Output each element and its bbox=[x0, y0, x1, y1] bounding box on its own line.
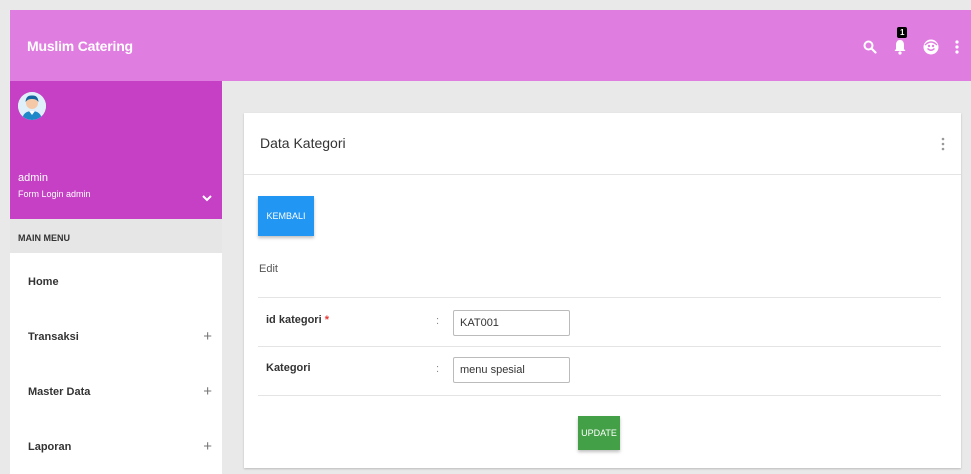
plus-icon[interactable]: + bbox=[203, 328, 212, 345]
user-circle-icon[interactable] bbox=[923, 39, 939, 55]
top-navbar: Muslim Catering 1 bbox=[10, 10, 971, 81]
sidebar-item-laporan[interactable]: Laporan + bbox=[10, 418, 222, 473]
card-divider bbox=[244, 174, 961, 175]
notification-bell-icon[interactable]: 1 bbox=[893, 27, 908, 55]
kategori-input[interactable] bbox=[453, 357, 570, 383]
sidebar: admin Form Login admin MAIN MENU Home Tr… bbox=[10, 81, 222, 474]
avatar[interactable] bbox=[18, 92, 46, 120]
notification-count-badge: 1 bbox=[897, 27, 908, 38]
chevron-down-icon[interactable] bbox=[201, 193, 213, 203]
form-divider bbox=[258, 346, 941, 347]
field-separator: : bbox=[436, 363, 440, 375]
sidebar-item-home[interactable]: Home bbox=[10, 253, 222, 308]
sidebar-item-label: Laporan bbox=[28, 441, 72, 453]
plus-icon[interactable]: + bbox=[203, 383, 212, 400]
form-divider bbox=[258, 297, 941, 298]
card-title: Data Kategori bbox=[260, 135, 346, 151]
back-button[interactable]: KEMBALI bbox=[258, 196, 314, 236]
section-label: Edit bbox=[259, 263, 278, 275]
user-panel: admin Form Login admin bbox=[10, 81, 222, 219]
user-subtitle: Form Login admin bbox=[18, 189, 91, 199]
update-button[interactable]: UPDATE bbox=[578, 416, 620, 450]
id-kategori-input[interactable] bbox=[453, 310, 570, 336]
field-label-id-kategori: id kategori * bbox=[266, 314, 329, 326]
more-vertical-icon[interactable] bbox=[955, 40, 959, 54]
search-icon[interactable] bbox=[863, 40, 877, 54]
brand-title[interactable]: Muslim Catering bbox=[27, 38, 133, 54]
sidebar-item-label: Master Data bbox=[28, 386, 91, 398]
data-kategori-card: Data Kategori KEMBALI Edit id kategori *… bbox=[244, 113, 961, 468]
field-separator: : bbox=[436, 315, 440, 327]
sidebar-item-transaksi[interactable]: Transaksi + bbox=[10, 308, 222, 363]
sidebar-item-master-data[interactable]: Master Data + bbox=[10, 363, 222, 418]
plus-icon[interactable]: + bbox=[203, 438, 212, 455]
form-divider bbox=[258, 395, 941, 396]
user-name: admin bbox=[18, 172, 48, 184]
top-icons: 1 bbox=[863, 27, 959, 62]
sidebar-item-label: Transaksi bbox=[28, 331, 79, 343]
field-label-kategori: Kategori bbox=[266, 362, 311, 374]
required-mark: * bbox=[324, 314, 329, 326]
more-vertical-icon[interactable] bbox=[941, 137, 945, 151]
menu-header: MAIN MENU bbox=[10, 219, 222, 253]
sidebar-item-label: Home bbox=[28, 276, 59, 288]
